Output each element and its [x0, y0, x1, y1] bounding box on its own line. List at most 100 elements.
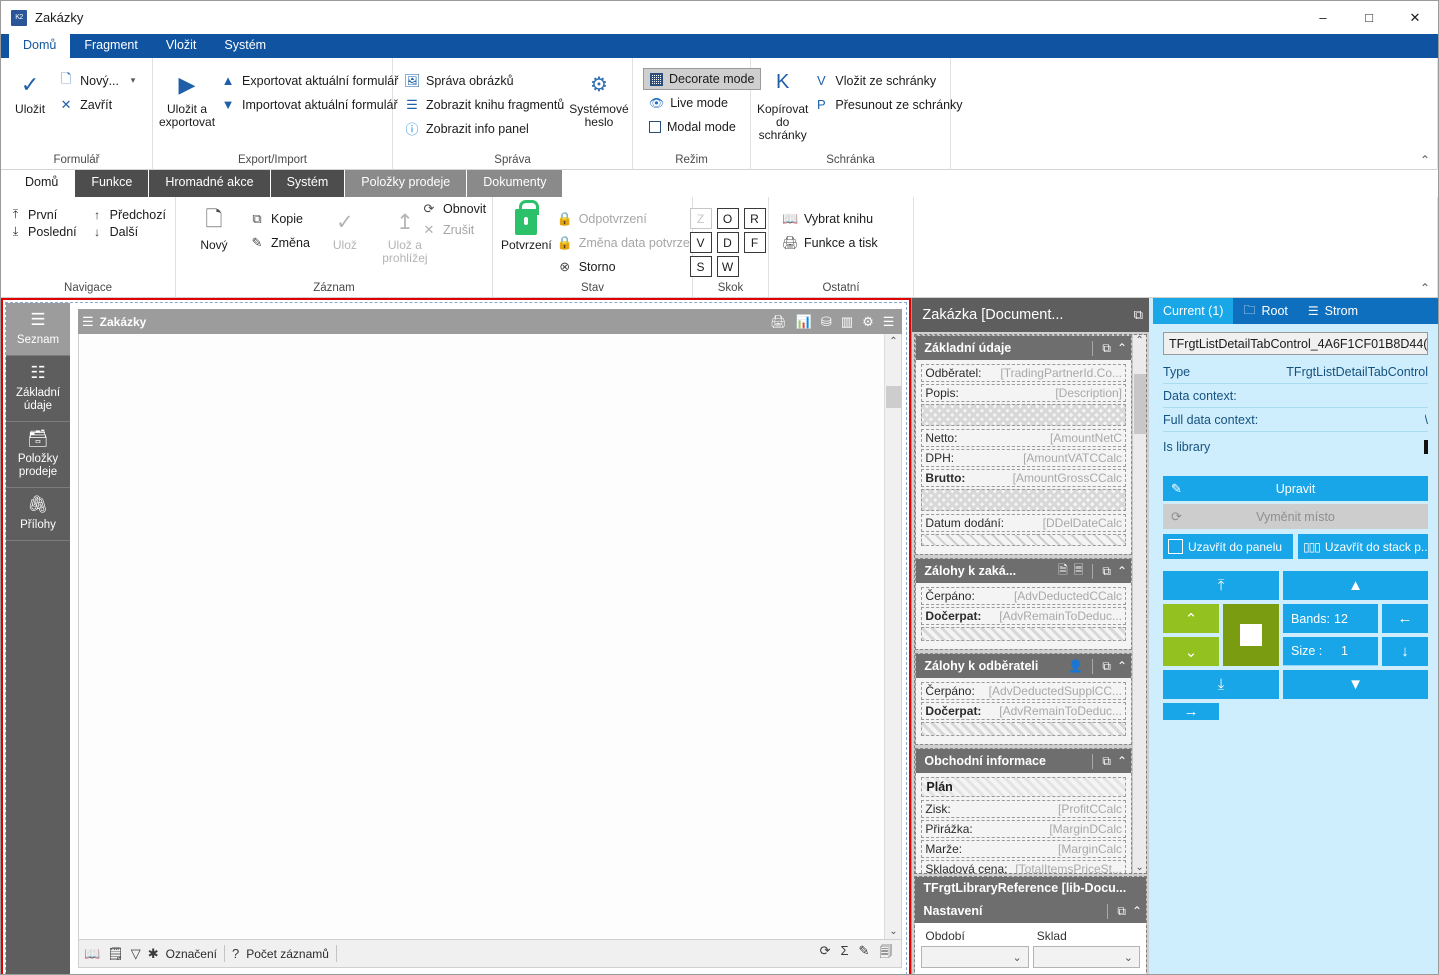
card-icon[interactable]: 🗒 — [107, 946, 124, 962]
field-cerpano-odberatel[interactable]: Čerpáno: [AdvDeductedSupplCC... — [921, 682, 1127, 700]
field-brutto[interactable]: Brutto: [AmountGrossCCalc — [921, 469, 1127, 487]
skok-key-o[interactable]: O — [716, 208, 739, 229]
pivot-icon[interactable]: ⛁ — [821, 315, 832, 328]
tab-domu[interactable]: Domů — [9, 34, 71, 58]
decrease-bands-button[interactable]: ← — [1382, 604, 1429, 633]
chevron-up-icon[interactable]: ⌃ — [1117, 659, 1127, 673]
sidebar-item-seznam[interactable]: ☰ Seznam — [6, 303, 70, 356]
person-doc-icon[interactable]: 👤 — [1068, 659, 1083, 673]
decorate-mode-option[interactable]: Decorate mode — [643, 68, 762, 90]
field-marze[interactable]: Marže: [MarginCalc — [921, 840, 1127, 858]
print-functions-button[interactable]: 🖨 Funkce a tisk — [777, 232, 883, 253]
field-prirazka[interactable]: Přirážka: [MarginDCalc — [921, 820, 1127, 838]
grid-canvas[interactable] — [79, 334, 885, 939]
section-header-obchodni-informace[interactable]: Obchodní informace ⧉ ⌃ — [916, 749, 1132, 773]
doc-icon[interactable]: 🗎 — [1058, 561, 1068, 582]
sidebar-item-polozky-prodeje[interactable]: 🗃 Položky prodeje — [6, 422, 70, 488]
nav-last-button[interactable]: ⤓ Poslední — [9, 224, 77, 239]
external-link-icon[interactable]: ⧉ — [1102, 659, 1111, 674]
cancel-button[interactable]: ✕ Zrušit — [416, 219, 511, 240]
save-and-export-button[interactable]: ▶ Uložit a exportovat — [159, 64, 215, 129]
record-save-button[interactable]: ✓ Ulož — [315, 203, 375, 252]
skok-key-d[interactable]: D — [716, 232, 739, 253]
skok-key-r[interactable]: R — [743, 208, 766, 229]
increase-bands-button[interactable]: → — [1163, 703, 1220, 720]
skok-key-v[interactable]: V — [689, 232, 712, 253]
nav-next-button[interactable]: ↓ Další — [91, 224, 166, 239]
modal-mode-option[interactable]: Modal mode — [643, 116, 761, 138]
menu-lines-icon[interactable]: ☰ — [883, 315, 895, 328]
sidebar-item-prilohy[interactable]: 🖇 Přílohy — [6, 488, 70, 541]
form-tab-hromadne-akce[interactable]: Hromadné akce — [149, 170, 270, 197]
document-panel-scroll-area[interactable]: Základní údaje ⧉ ⌃ Odběratel: [TradingPa… — [914, 334, 1148, 874]
chevron-up-icon[interactable]: ⌃ — [1117, 341, 1127, 355]
is-library-checkbox[interactable] — [1424, 440, 1429, 454]
export-current-form-button[interactable]: ▲ Exportovat aktuální formulář — [215, 70, 403, 91]
field-cerpano-zakazka[interactable]: Čerpáno: [AdvDeductedCCalc — [921, 587, 1127, 605]
minimize-button[interactable]: – — [1300, 1, 1346, 34]
columns-icon[interactable]: ▥ — [841, 315, 853, 328]
document-panel-scrollbar[interactable]: ⌃ ⌄ — [1132, 335, 1147, 873]
scroll-up-icon[interactable]: ⌃ — [1135, 335, 1143, 346]
gear-icon[interactable]: ⚙ — [862, 315, 874, 328]
close-button[interactable]: ✕ — [1392, 1, 1438, 34]
select-book-button[interactable]: 📖 Vybrat knihu — [777, 208, 883, 229]
skok-key-f[interactable]: F — [743, 232, 766, 253]
tab-current[interactable]: Current (1) — [1153, 298, 1234, 324]
field-docerpat-zakazka[interactable]: Dočerpat: [AdvRemainToDeduc... — [921, 607, 1127, 625]
tab-root[interactable]: 🗀 Root — [1233, 298, 1297, 324]
chevron-up-icon[interactable]: ⌃ — [1420, 153, 1430, 167]
designer-canvas[interactable]: ☰ Seznam ☷ Základní údaje 🗃 Položky prod… — [1, 298, 912, 974]
chevron-up-icon[interactable]: ⌃ — [1117, 754, 1127, 768]
wrap-in-stack-panel-button[interactable]: ▯▯▯ Uzavřít do stack p... — [1298, 534, 1429, 559]
field-datum-dodani[interactable]: Datum dodání: [DDelDateCalc — [921, 514, 1127, 532]
chart-bar-icon[interactable]: 📊 — [796, 315, 812, 328]
external-link-icon[interactable]: ⧉ — [1134, 307, 1143, 323]
docs-icon[interactable]: 🗏 — [1074, 561, 1084, 582]
printer-icon[interactable]: 🖨 — [770, 315, 787, 328]
form-tab-domu[interactable]: Domů — [9, 170, 75, 197]
show-info-panel-button[interactable]: ⓘ Zobrazit info panel — [399, 118, 569, 139]
settings-header[interactable]: Nastavení ⧉ ⌃ — [915, 899, 1147, 923]
image-management-button[interactable]: 🖼 Správa obrázků — [399, 70, 569, 91]
selected-element-id-field[interactable]: TFrgtListDetailTabControl_4A6F1CF01B8D44… — [1163, 332, 1429, 355]
field-docerpat-odberatel[interactable]: Dočerpat: [AdvRemainToDeduc... — [921, 702, 1127, 720]
new-form-button[interactable]: 🗋 Nový... ▾ — [53, 70, 146, 91]
combo-sklad[interactable]: ⌄ — [1032, 946, 1141, 968]
live-mode-option[interactable]: 👁 Live mode — [643, 92, 761, 114]
storno-button[interactable]: ⊗ Storno — [552, 256, 706, 277]
maximize-button[interactable]: □ — [1346, 1, 1392, 34]
chevron-up-icon[interactable]: ⌃ — [1117, 564, 1127, 578]
record-copy-button[interactable]: ⧉ Kopie — [244, 208, 315, 229]
external-link-icon[interactable]: ⧉ — [1102, 341, 1111, 356]
grid-vertical-scrollbar[interactable]: ⌃ ⌄ — [884, 334, 902, 939]
wrap-in-panel-button[interactable]: Uzavřít do panelu — [1163, 534, 1294, 559]
question-icon[interactable]: ? — [232, 946, 239, 961]
combo-obdobi[interactable]: ⌄ — [921, 946, 1029, 968]
section-header-zalohy-k-odberateli[interactable]: Zálohy k odběrateli 👤 ⧉ ⌃ — [916, 654, 1132, 678]
asterisk-icon[interactable]: ✱ — [148, 946, 159, 962]
record-change-button[interactable]: ✎ Změna — [244, 232, 315, 253]
scrollbar-thumb[interactable] — [885, 385, 901, 408]
form-tab-dokumenty[interactable]: Dokumenty — [467, 170, 563, 197]
skok-key-w[interactable]: W — [716, 256, 739, 277]
external-link-icon[interactable]: ⧉ — [1102, 754, 1111, 769]
book-icon[interactable]: 📖 — [84, 946, 100, 962]
external-link-icon[interactable]: ⧉ — [1102, 564, 1111, 579]
skok-key-s[interactable]: S — [689, 256, 712, 277]
scroll-down-icon[interactable]: ⌄ — [1135, 862, 1143, 873]
section-header-zakladni-udaje[interactable]: Základní údaje ⧉ ⌃ — [916, 336, 1132, 360]
form-chevron-up-icon[interactable]: ⌃ — [1420, 281, 1430, 295]
tab-system[interactable]: Systém — [210, 34, 280, 58]
nudge-up-button[interactable]: ⌃ — [1163, 604, 1220, 633]
grid-body[interactable]: ⌃ ⌄ — [78, 334, 903, 940]
marking-label[interactable]: Označení — [166, 947, 217, 961]
tab-fragment[interactable]: Fragment — [70, 34, 152, 58]
refresh-icon[interactable]: ⟳ — [820, 943, 831, 965]
field-netto[interactable]: Netto: [AmountNetC — [921, 429, 1127, 447]
swap-place-button[interactable]: ⟳ Vyměnit místo — [1163, 504, 1429, 529]
form-tab-funkce[interactable]: Funkce — [75, 170, 149, 197]
chevron-down-icon[interactable]: ▾ — [125, 75, 141, 86]
sidebar-item-zakladni-udaje[interactable]: ☷ Základní údaje — [6, 356, 70, 422]
expand-up-button[interactable]: ▲ — [1283, 571, 1429, 600]
